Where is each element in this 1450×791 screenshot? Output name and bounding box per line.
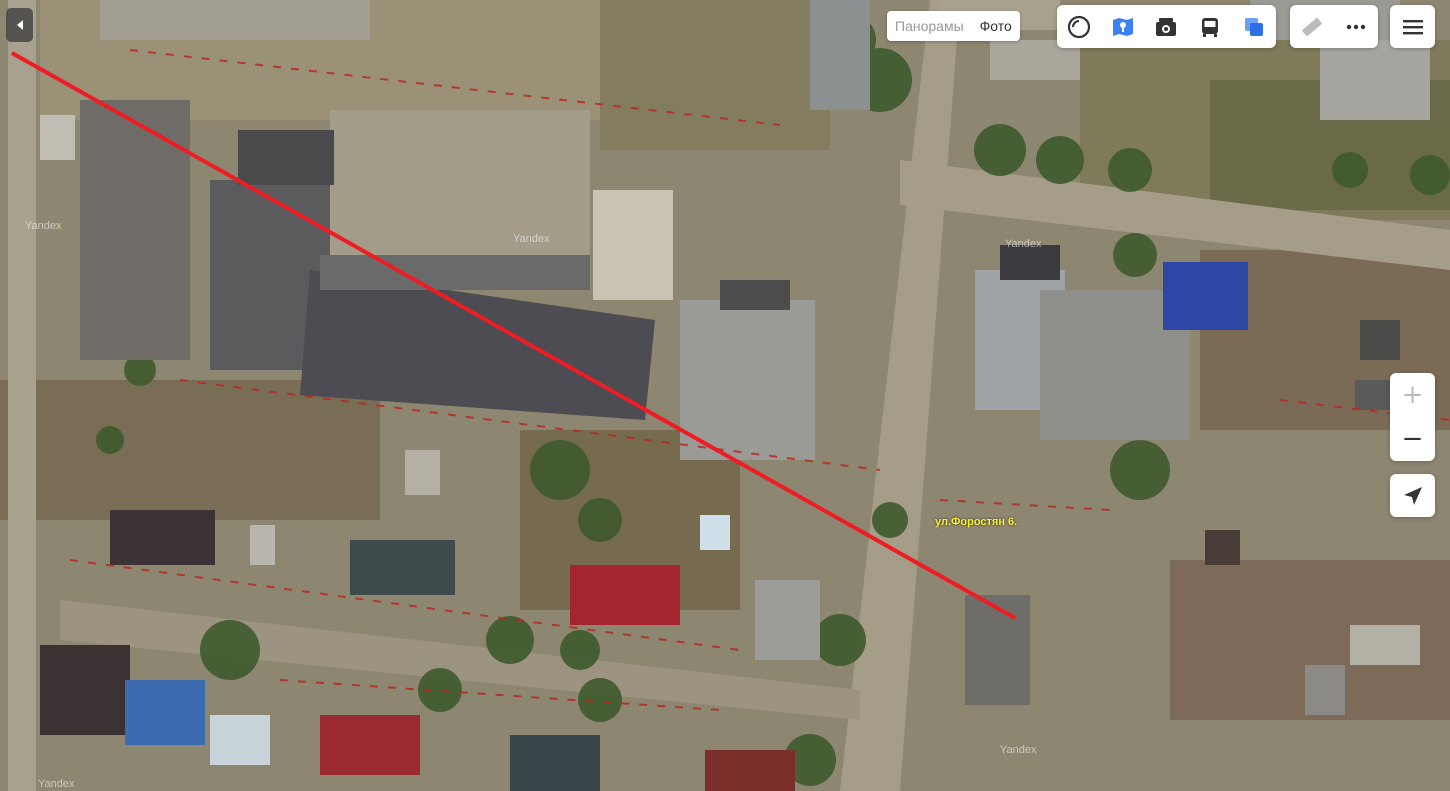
chevron-left-icon: [16, 20, 23, 30]
watermark: Yandex: [25, 220, 62, 232]
satellite-button[interactable]: [1236, 9, 1272, 45]
satellite-icon: [1245, 17, 1264, 36]
map-toolbar: [1057, 5, 1276, 48]
panorama-button[interactable]: [1148, 9, 1184, 45]
satellite-map[interactable]: [0, 0, 1450, 791]
watermark: Yandex: [38, 778, 75, 790]
tab-photo[interactable]: Фото: [972, 11, 1020, 41]
watermark: Yandex: [1000, 744, 1037, 756]
traffic-icon: [1067, 15, 1090, 38]
more-icon: [1346, 24, 1366, 29]
zoom-in-button[interactable]: +: [1390, 373, 1435, 417]
transit-button[interactable]: [1192, 9, 1228, 45]
layers-map-button[interactable]: [1105, 9, 1141, 45]
layer-tabs: Панорамы Фото: [887, 11, 1020, 41]
tab-panoramas[interactable]: Панорамы: [887, 11, 972, 41]
ruler-icon: [1302, 17, 1322, 36]
more-button[interactable]: [1338, 9, 1374, 45]
menu-button[interactable]: [1390, 5, 1435, 48]
watermark: Yandex: [1005, 238, 1042, 250]
extra-tools: [1290, 5, 1378, 48]
layers-map-icon: [1112, 17, 1133, 36]
zoom-out-button[interactable]: −: [1390, 417, 1435, 461]
camera-icon: [1156, 17, 1177, 36]
street-label: ул.Форостян 6.: [935, 516, 1018, 528]
traffic-button[interactable]: [1061, 9, 1097, 45]
bus-icon: [1202, 17, 1219, 37]
ruler-button[interactable]: [1294, 9, 1330, 45]
collapse-panel-button[interactable]: [6, 8, 33, 42]
hamburger-icon: [1402, 19, 1423, 34]
location-arrow-icon: [1403, 486, 1422, 505]
watermark: Yandex: [513, 233, 550, 245]
geolocation-button[interactable]: [1390, 474, 1435, 517]
zoom-control: + −: [1390, 373, 1435, 461]
